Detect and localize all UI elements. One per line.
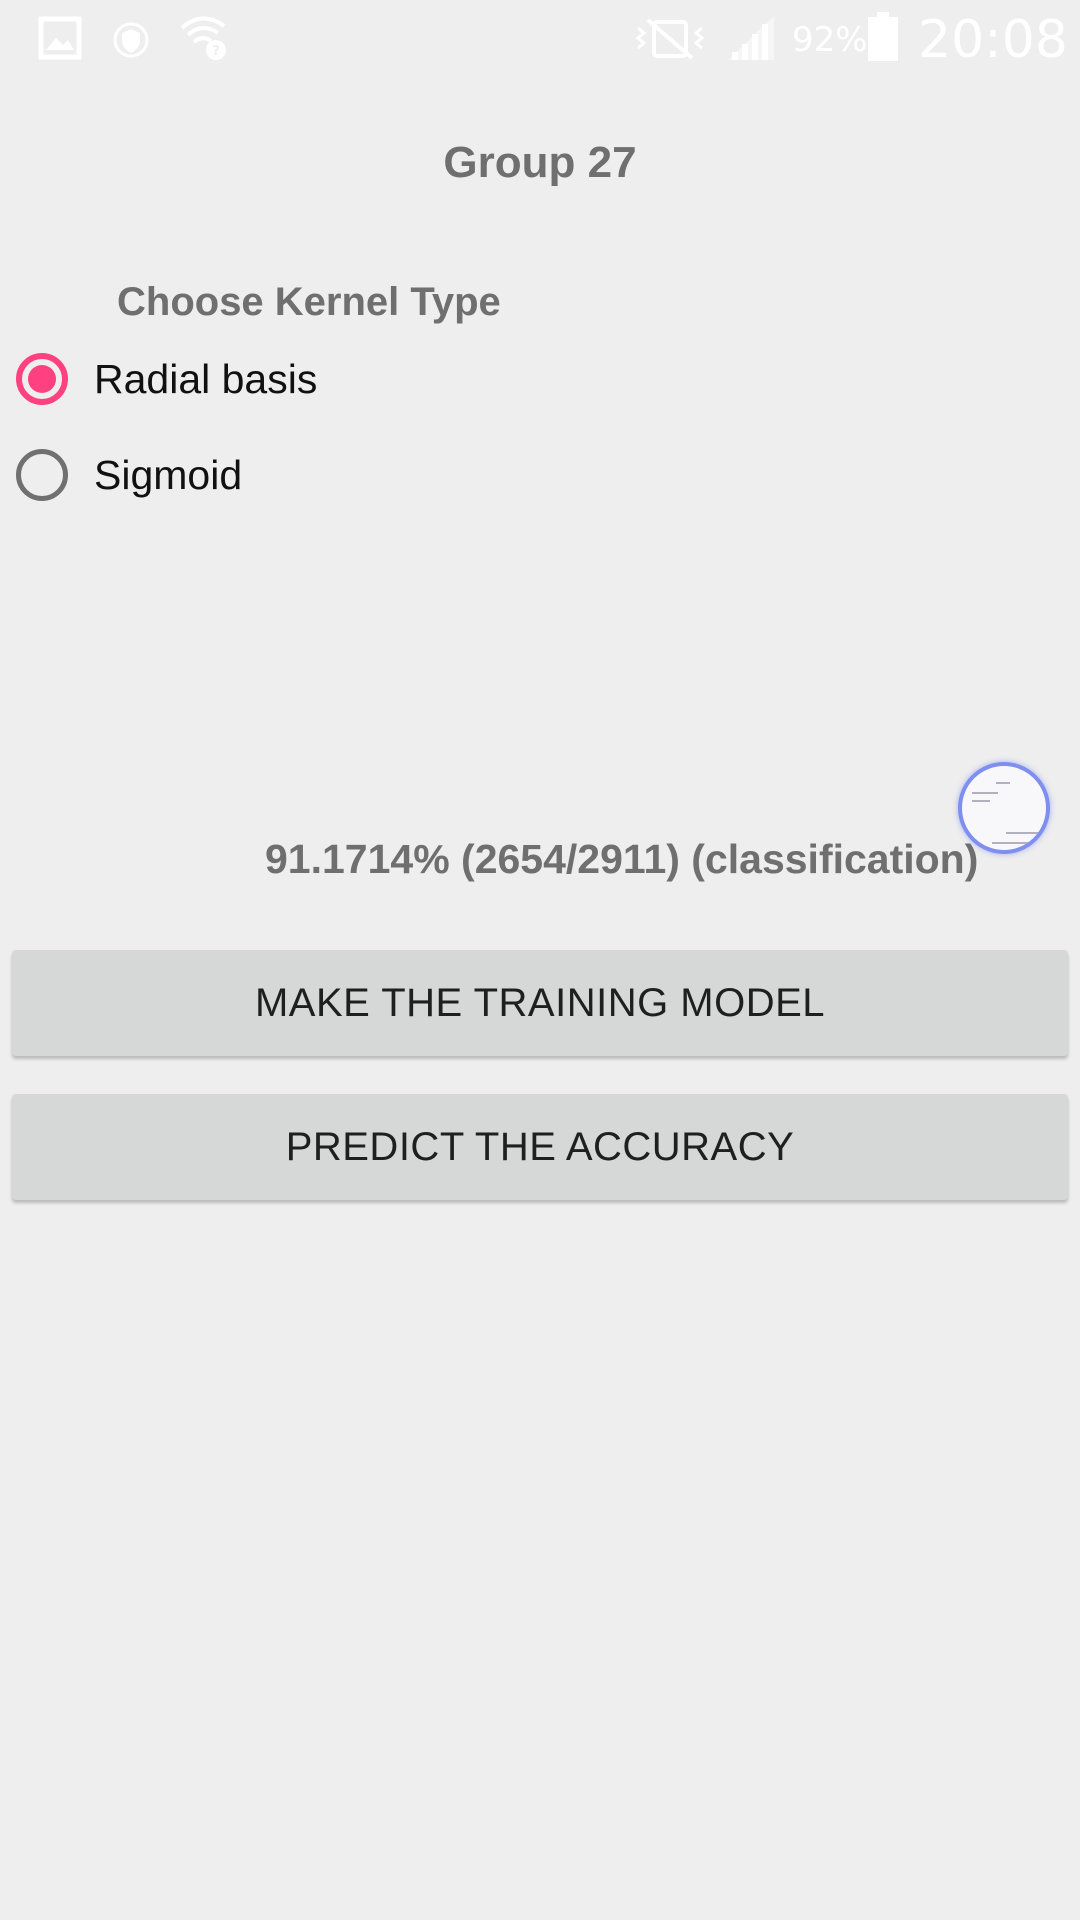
kernel-type-label: Choose Kernel Type	[117, 280, 501, 324]
make-training-model-button[interactable]: MAKE THE TRAINING MODEL	[12, 950, 1068, 1056]
gallery-icon	[38, 16, 82, 60]
bubble-thumbnail-line	[972, 800, 990, 802]
clock: 20:08	[918, 10, 1068, 70]
status-bar: ? 92% 20:08	[0, 0, 1080, 80]
accuracy-result: 91.1714% (2654/2911) (classification)	[265, 836, 979, 882]
vibrate-mute-icon	[634, 16, 706, 62]
radio-label-sigmoid: Sigmoid	[94, 451, 243, 498]
shield-icon	[112, 20, 150, 60]
wifi-unknown-icon: ?	[180, 14, 230, 62]
signal-icon	[726, 14, 776, 62]
radio-checked-icon[interactable]	[16, 353, 68, 405]
bubble-thumbnail-line	[992, 842, 1032, 844]
radio-unchecked-icon[interactable]	[16, 449, 68, 501]
radio-label-radial-basis: Radial basis	[94, 355, 318, 402]
radio-radial-basis[interactable]: Radial basis	[16, 346, 317, 412]
bubble-thumbnail-line	[996, 782, 1010, 784]
radio-dot	[28, 365, 56, 393]
floating-screenshot-bubble[interactable]	[958, 762, 1050, 854]
bubble-thumbnail-line	[1006, 832, 1040, 834]
battery-percent: 92%	[792, 20, 868, 60]
page-title: Group 27	[443, 138, 637, 187]
radio-sigmoid[interactable]: Sigmoid	[16, 442, 242, 508]
bubble-thumbnail-line	[972, 792, 998, 794]
battery-icon	[866, 12, 900, 62]
predict-accuracy-button[interactable]: PREDICT THE ACCURACY	[12, 1094, 1068, 1200]
svg-text:?: ?	[212, 44, 220, 59]
